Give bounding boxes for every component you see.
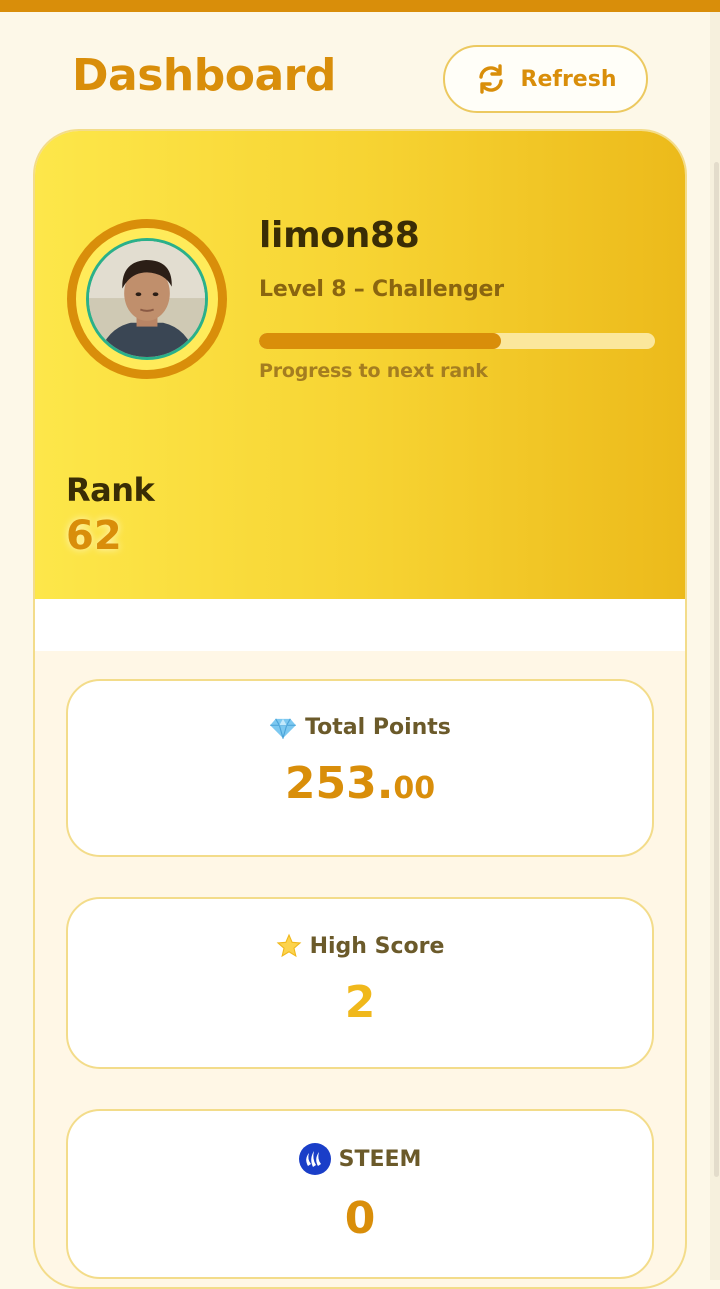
high-score-card: High Score 2: [66, 897, 654, 1069]
star-icon: [276, 933, 302, 959]
diamond-icon: [269, 717, 297, 739]
refresh-button[interactable]: Refresh: [443, 45, 648, 113]
hero-divider: [35, 599, 685, 651]
top-accent-bar: [0, 0, 720, 12]
total-points-whole: 253.: [284, 758, 394, 809]
steem-label: STEEM: [338, 1146, 422, 1172]
steem-card: STEEM 0: [66, 1109, 654, 1279]
refresh-label: Refresh: [520, 66, 617, 92]
total-points-value: 253.00: [68, 762, 652, 806]
username: limon88: [259, 215, 420, 256]
level-text: Level 8 – Challenger: [259, 277, 504, 302]
steem-value: 0: [344, 1193, 376, 1244]
high-score-value: 2: [344, 977, 376, 1028]
profile-hero: limon88 Level 8 – Challenger Progress to…: [35, 131, 685, 599]
rank-progress-bar: [259, 333, 655, 349]
refresh-icon: [475, 63, 507, 95]
dashboard-card: limon88 Level 8 – Challenger Progress to…: [33, 129, 687, 1289]
high-score-label: High Score: [309, 933, 445, 959]
total-points-decimals: 00: [393, 771, 436, 806]
total-points-card: Total Points 253.00: [66, 679, 654, 857]
progress-caption: Progress to next rank: [259, 360, 488, 382]
avatar-ring: [67, 219, 227, 379]
page-title: Dashboard: [72, 50, 336, 101]
total-points-label: Total Points: [305, 715, 451, 740]
rank-progress-fill: [259, 333, 501, 349]
rank-value: 62: [66, 513, 122, 559]
rank-label: Rank: [66, 471, 155, 509]
steem-logo-icon: [298, 1143, 331, 1175]
scrollbar-track[interactable]: [710, 12, 720, 1280]
avatar[interactable]: [86, 238, 208, 360]
scrollbar-thumb[interactable]: [714, 162, 719, 1177]
